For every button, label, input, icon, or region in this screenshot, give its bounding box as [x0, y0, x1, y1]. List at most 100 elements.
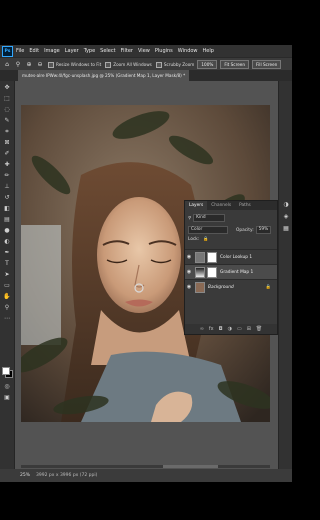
resize-windows-checkbox[interactable]	[48, 61, 54, 68]
layer-name: Background	[208, 284, 234, 290]
app-logo: Ps	[2, 45, 13, 57]
foreground-color-swatch[interactable]	[2, 367, 10, 375]
opacity-label: Opacity:	[236, 227, 254, 233]
adjustments-icon[interactable]: ◑	[282, 201, 290, 209]
menu-image[interactable]: Image	[44, 48, 60, 54]
layers-panel: Layers Channels Paths ⚲ Kind Color Opaci…	[184, 200, 278, 335]
tab-paths[interactable]: Paths	[235, 201, 255, 210]
blur-tool-icon[interactable]: ●	[2, 227, 12, 235]
adjustment-thumbnail	[195, 251, 205, 263]
menu-bar: Ps File Edit Image Layer Type Select Fil…	[0, 45, 292, 57]
home-icon[interactable]: ⌂	[3, 61, 11, 69]
lock-icon[interactable]: 🔒	[203, 237, 208, 242]
layer-row-color-lookup[interactable]: ◉ Color Lookup 1	[185, 249, 277, 264]
rectangle-tool-icon[interactable]: ▭	[2, 282, 12, 290]
video-frame: Ps File Edit Image Layer Type Select Fil…	[0, 0, 292, 520]
panel-dock: ◑ ◈ ▦	[278, 81, 292, 469]
fit-screen-button[interactable]: Fit Screen	[220, 60, 250, 69]
fill-screen-button[interactable]: Fill Screen	[252, 60, 282, 69]
zoom-out-icon[interactable]: ⊖	[36, 61, 44, 69]
layers-panel-tabs: Layers Channels Paths	[185, 201, 277, 210]
zoom-level[interactable]: 25%	[20, 473, 30, 478]
new-group-icon[interactable]: ▭	[237, 326, 242, 332]
layer-row-gradient-map[interactable]: ◉ Gradient Map 1	[185, 264, 277, 279]
tab-layers[interactable]: Layers	[185, 201, 208, 210]
screen-mode-icon[interactable]: ▣	[2, 394, 12, 402]
zoom-all-checkbox[interactable]	[105, 61, 112, 68]
menu-file[interactable]: File	[16, 48, 24, 54]
zoom-in-icon[interactable]: ⊕	[25, 61, 33, 69]
more-tools-icon[interactable]: ⋯	[2, 315, 12, 323]
horizontal-scrollbar[interactable]	[21, 465, 270, 468]
frame-tool-icon[interactable]: ⊠	[2, 139, 12, 147]
menu-edit[interactable]: Edit	[29, 48, 39, 54]
status-bar: 25% 3992 px x 3996 px (72 ppi)	[0, 469, 292, 482]
move-tool-icon[interactable]: ✥	[2, 84, 12, 92]
layer-row-background[interactable]: ◉ Background 🔒	[185, 279, 277, 294]
menu-help[interactable]: Help	[203, 48, 214, 54]
dodge-tool-icon[interactable]: ◐	[2, 238, 12, 246]
lock-icon[interactable]: 🔒	[266, 285, 271, 290]
eye-icon[interactable]: ◉	[185, 269, 193, 275]
eye-icon[interactable]: ◉	[185, 284, 193, 290]
filter-row: ⚲ Kind	[188, 214, 274, 222]
menu-window[interactable]: Window	[178, 48, 198, 54]
gradient-tool-icon[interactable]: ▤	[2, 216, 12, 224]
document-info[interactable]: 3992 px x 3996 px (72 ppi)	[36, 473, 97, 478]
new-layer-icon[interactable]: ⊞	[247, 326, 251, 332]
menu-select[interactable]: Select	[100, 48, 115, 54]
menu-plugins[interactable]: Plugins	[155, 48, 173, 54]
healing-brush-tool-icon[interactable]: ✚	[2, 161, 12, 169]
scrollbar-thumb[interactable]	[163, 465, 218, 468]
blend-row: Color Opacity: 59%	[188, 226, 274, 234]
eraser-tool-icon[interactable]: ◧	[2, 205, 12, 213]
new-adjustment-icon[interactable]: ◑	[228, 326, 232, 332]
layer-mask-thumbnail[interactable]	[207, 266, 217, 278]
hand-tool-icon[interactable]: ✋	[2, 293, 12, 301]
pen-tool-icon[interactable]: ✒	[2, 249, 12, 257]
image-thumbnail	[195, 281, 205, 293]
kind-filter-select[interactable]: Kind	[193, 214, 226, 222]
menu-layer[interactable]: Layer	[65, 48, 79, 54]
eye-icon[interactable]: ◉	[185, 254, 193, 260]
document-tab[interactable]: mutes-alre IPWw:4l/fgc-unsplash.jpg @ 25…	[18, 70, 190, 81]
brush-tool-icon[interactable]: ✏	[2, 172, 12, 180]
layer-style-icon[interactable]: fx	[209, 326, 214, 332]
history-brush-tool-icon[interactable]: ↺	[2, 194, 12, 202]
eyedropper-tool-icon[interactable]: ✐	[2, 150, 12, 158]
photoshop-window: Ps File Edit Image Layer Type Select Fil…	[0, 45, 292, 482]
clone-stamp-tool-icon[interactable]: ⊥	[2, 183, 12, 191]
menu-type[interactable]: Type	[84, 48, 95, 54]
lock-row: Lock: 🔒	[188, 237, 274, 242]
tools-panel: ✥ ⬚ ◌ ✎ ⌗ ⊠ ✐ ✚ ✏ ⊥ ↺ ◧ ▤ ● ◐ ✒ T ➤ ▭ ✋ …	[0, 81, 15, 471]
layer-name: Gradient Map 1	[220, 269, 254, 275]
quick-mask-icon[interactable]: ◎	[2, 383, 12, 391]
document-tab-bar: mutes-alre IPWw:4l/fgc-unsplash.jpg @ 25…	[0, 70, 292, 81]
lock-label: Lock:	[188, 237, 200, 242]
zoom-100-button[interactable]: 100%	[197, 60, 218, 69]
path-select-tool-icon[interactable]: ➤	[2, 271, 12, 279]
trash-icon[interactable]: 🗑	[256, 326, 262, 332]
channels-panel-icon[interactable]: ▦	[282, 225, 290, 233]
menu-filter[interactable]: Filter	[121, 48, 133, 54]
type-tool-icon[interactable]: T	[2, 260, 12, 268]
blend-mode-select[interactable]: Color	[188, 226, 228, 234]
marquee-tool-icon[interactable]: ⬚	[2, 95, 12, 103]
search-icon: ⚲	[188, 215, 192, 221]
layers-panel-footer: ∞ fx ◘ ◑ ▭ ⊞ 🗑	[185, 324, 277, 334]
link-layers-icon[interactable]: ∞	[200, 326, 204, 332]
tab-channels[interactable]: Channels	[207, 201, 235, 210]
quick-select-tool-icon[interactable]: ✎	[2, 117, 12, 125]
menu-view[interactable]: View	[138, 48, 150, 54]
crop-tool-icon[interactable]: ⌗	[2, 128, 12, 136]
opacity-input[interactable]: 59%	[255, 226, 272, 234]
lasso-tool-icon[interactable]: ◌	[2, 106, 12, 114]
zoom-tool-icon[interactable]: ⚲	[2, 304, 12, 312]
scrubby-zoom-checkbox[interactable]	[155, 61, 162, 68]
zoom-icon[interactable]: ⚲	[14, 61, 22, 69]
resize-windows-label: Resize Windows to Fit	[56, 62, 102, 67]
layers-panel-icon[interactable]: ◈	[282, 213, 290, 221]
layer-mask-thumbnail[interactable]	[207, 251, 217, 263]
zoom-all-label: Zoom All Windows	[113, 62, 152, 67]
add-mask-icon[interactable]: ◘	[219, 326, 223, 332]
